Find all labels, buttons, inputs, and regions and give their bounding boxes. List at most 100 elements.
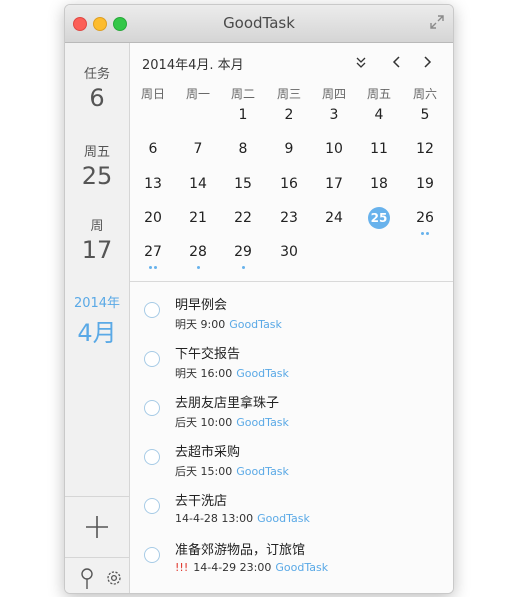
day-number: 16 [280, 176, 298, 192]
task-list-name[interactable]: GoodTask [257, 512, 310, 525]
calendar-day[interactable]: 12 [412, 138, 438, 160]
calendar-day[interactable]: 30 [276, 241, 302, 263]
calendar-day[interactable]: 22 [230, 207, 256, 229]
calendar-day[interactable]: 28 [185, 241, 211, 269]
day-number: 29 [234, 244, 252, 260]
task-list-name[interactable]: GoodTask [275, 561, 328, 574]
task-row[interactable]: 去干洗店 14-4-28 13:00 GoodTask [130, 484, 453, 533]
day-number: 25 [370, 211, 388, 225]
calendar-day[interactable]: 19 [412, 173, 438, 195]
task-row[interactable]: 下午交报告 明天 16:00 GoodTask [130, 337, 453, 386]
calendar-day[interactable]: 13 [140, 173, 166, 195]
calendar-day[interactable]: 18 [366, 173, 392, 195]
weekday-header: 周三 [276, 87, 301, 101]
day-number: 23 [280, 210, 298, 226]
event-dot [149, 266, 152, 269]
event-dot [241, 266, 245, 269]
task-row[interactable]: 准备郊游物品，订旅馆!!! 14-4-29 23:00 GoodTask [130, 533, 453, 582]
task-meta: 14-4-28 13:00 GoodTask [175, 512, 310, 525]
task-checkbox[interactable] [144, 302, 160, 318]
year-label: 2014年 [73, 296, 121, 311]
month-block[interactable]: 2014年 4月 [65, 292, 129, 348]
tasks-count: 6 [89, 84, 105, 112]
day-number: 28 [189, 244, 207, 260]
tasks-count-block[interactable]: 任务 6 [65, 63, 129, 112]
event-dots [412, 229, 438, 235]
event-dots [230, 263, 256, 269]
calendar-day[interactable]: 24 [321, 207, 347, 229]
task-title: 去朋友店里拿珠子 [175, 396, 280, 411]
calendar-day[interactable]: 1 [230, 104, 256, 126]
task-checkbox[interactable] [144, 351, 160, 367]
task-list-name[interactable]: GoodTask [236, 465, 289, 478]
day-number: 27 [144, 244, 162, 260]
task-checkbox[interactable] [144, 547, 160, 563]
task-title: 下午交报告 [175, 347, 241, 362]
calendar-day[interactable]: 5 [412, 104, 438, 126]
gear-icon[interactable] [105, 569, 123, 587]
previous-month-button[interactable] [388, 53, 406, 71]
chevron-down-icon[interactable] [352, 53, 370, 71]
calendar-day[interactable]: 29 [230, 241, 256, 269]
day-number: 18 [370, 176, 388, 192]
day-number: 2 [284, 107, 294, 123]
day-number: 22 [234, 210, 252, 226]
calendar-day[interactable]: 3 [321, 104, 347, 126]
event-dots [140, 263, 166, 269]
calendar-day[interactable]: 21 [185, 207, 211, 229]
task-row[interactable]: 明早例会 明天 9:00 GoodTask [130, 288, 453, 337]
priority-marker: !!! [175, 561, 189, 574]
task-checkbox[interactable] [144, 498, 160, 514]
calendar-day[interactable]: 8 [230, 138, 256, 160]
day-number: 5 [420, 107, 430, 123]
day-number: 9 [284, 141, 294, 157]
calendar-day[interactable]: 17 [321, 173, 347, 195]
fullscreen-icon[interactable] [429, 14, 445, 30]
day-number: 1 [238, 107, 248, 123]
add-task-button[interactable] [83, 513, 111, 541]
weekday-header: 周五 [366, 87, 391, 101]
weekday-header: 周四 [321, 87, 346, 101]
calendar-day[interactable]: 23 [276, 207, 302, 229]
calendar-day[interactable]: 7 [185, 138, 211, 160]
day-number: 25 [81, 162, 113, 190]
weekday-header: 周六 [412, 87, 437, 101]
sidebar: 任务 6 周五 25 周 17 2014年 4月 [65, 43, 130, 593]
calendar-day[interactable]: 6 [140, 138, 166, 160]
task-row[interactable]: 去朋友店里拿珠子 后天 10:00 GoodTask [130, 386, 453, 435]
day-number: 10 [325, 141, 343, 157]
calendar-day[interactable]: 2 [276, 104, 302, 126]
calendar-day[interactable]: 11 [366, 138, 392, 160]
task-checkbox[interactable] [144, 449, 160, 465]
task-meta: 后天 10:00 GoodTask [175, 414, 289, 430]
event-dot [154, 266, 157, 269]
calendar-day[interactable]: 15 [230, 173, 256, 195]
month-header: 2014年4月. 本月 [130, 43, 453, 81]
task-due-date: 14-4-29 23:00 [193, 561, 272, 574]
calendar-day[interactable]: 26 [412, 207, 438, 235]
calendar-day[interactable]: 20 [140, 207, 166, 229]
calendar-day[interactable]: 10 [321, 138, 347, 160]
task-row[interactable]: 去超市采购后天 15:00 GoodTask [130, 435, 453, 484]
task-meta: !!! 14-4-29 23:00 GoodTask [175, 561, 328, 574]
week-block[interactable]: 周 17 [65, 215, 129, 264]
calendar-day-today[interactable]: 25 [368, 207, 390, 229]
task-list-name[interactable]: GoodTask [229, 318, 282, 331]
next-month-button[interactable] [418, 53, 436, 71]
task-checkbox[interactable] [144, 400, 160, 416]
calendar-day[interactable]: 16 [276, 173, 302, 195]
location-pin-icon[interactable] [79, 567, 95, 591]
task-meta: 后天 15:00 GoodTask [175, 463, 289, 479]
task-list-name[interactable]: GoodTask [236, 416, 289, 429]
task-title: 去超市采购 [175, 445, 241, 460]
calendar-day[interactable]: 27 [140, 241, 166, 269]
divider [65, 496, 129, 497]
event-dot [421, 232, 424, 235]
weekday-header: 周日 [140, 87, 165, 101]
task-list-name[interactable]: GoodTask [236, 367, 289, 380]
calendar-day[interactable]: 9 [276, 138, 302, 160]
calendar-day[interactable]: 14 [185, 173, 211, 195]
day-block[interactable]: 周五 25 [65, 141, 129, 190]
task-due-date: 明天 9:00 [175, 318, 226, 331]
calendar-day[interactable]: 4 [366, 104, 392, 126]
